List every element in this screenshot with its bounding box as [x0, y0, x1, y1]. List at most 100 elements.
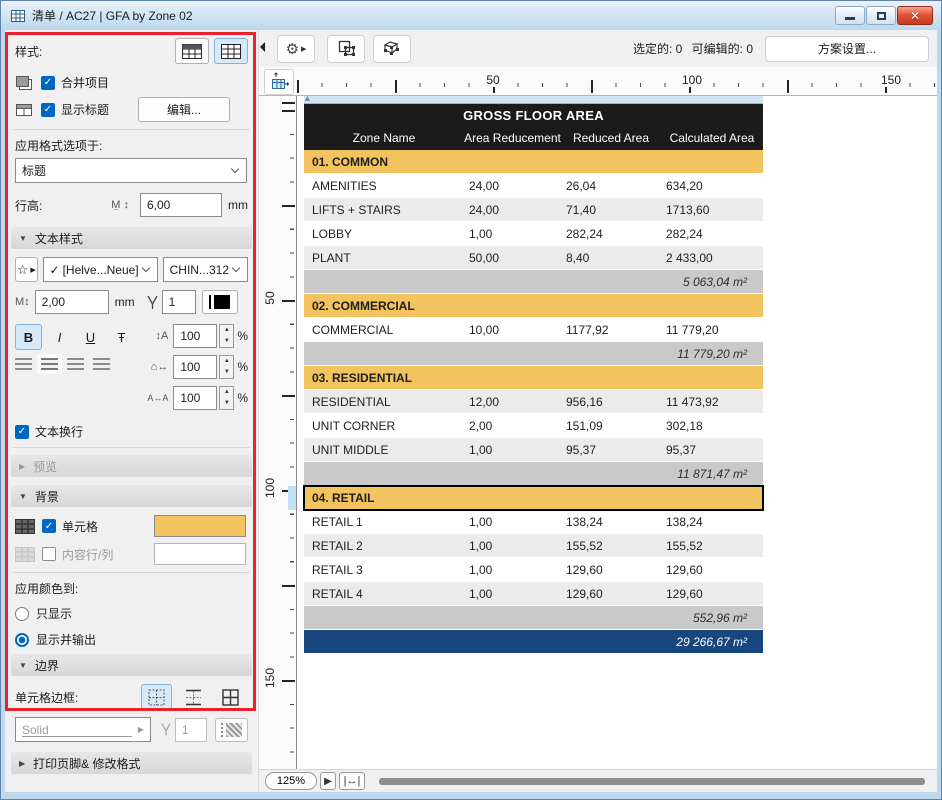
display-output-label: 显示并输出 — [36, 633, 97, 647]
section-text-style[interactable]: ▼ 文本样式 — [11, 227, 252, 249]
cell-color-swatch[interactable] — [154, 515, 246, 537]
scheme-settings-button[interactable]: 方案设置... — [765, 35, 929, 62]
column-drag-strip[interactable]: ▲ — [303, 96, 763, 104]
data-row[interactable]: UNIT MIDDLE 1,00 95,37 95,37 — [304, 438, 763, 462]
data-row[interactable]: RETAIL 1 1,00 138,24 138,24 — [304, 510, 763, 534]
group-row[interactable]: 04. RETAIL — [303, 485, 764, 511]
data-row[interactable]: RESIDENTIAL 12,00 956,16 11 473,92 — [304, 390, 763, 414]
data-row[interactable]: AMENITIES 24,00 26,04 634,20 — [304, 174, 763, 198]
bottom-bar: 125% ▶ |↔| — [259, 769, 937, 792]
align-right-icon[interactable] — [67, 358, 84, 370]
encoding-select[interactable]: CHIN...312 — [162, 257, 248, 282]
line-spacing-stepper[interactable]: ▲ ▼ — [219, 324, 235, 348]
schedule-page[interactable]: ▲ GROSS FLOOR AREA Zone Name Area Reduce… — [297, 96, 937, 769]
horizontal-scrollbar[interactable] — [379, 777, 925, 785]
close-button[interactable]: ✕ — [897, 6, 933, 25]
align-left-icon[interactable] — [15, 358, 32, 370]
width-factor-stepper[interactable]: ▲ ▼ — [219, 355, 235, 379]
section-border[interactable]: ▼ 边界 — [11, 654, 252, 676]
border-horizontal-button[interactable] — [178, 684, 209, 711]
border-dotted-button[interactable] — [141, 684, 172, 711]
favorite-text-style-button[interactable]: ☆ ▶ — [15, 257, 38, 282]
font-select[interactable]: ✓ [Helve...Neue] — [42, 257, 158, 282]
zoom-level-button[interactable]: 125% — [265, 772, 317, 790]
ruler-origin-button[interactable] — [264, 69, 294, 95]
border-line-type-select[interactable]: Solid ▶ — [15, 717, 151, 742]
merge-items-checkbox[interactable]: ✓ — [41, 75, 55, 90]
width-factor-input[interactable]: 100 — [173, 355, 218, 379]
format-target-select[interactable]: 标题 — [15, 158, 247, 183]
settings-flyout-button[interactable]: ⚙ ▶ — [277, 34, 315, 63]
data-row[interactable]: LOBBY 1,00 282,24 282,24 — [304, 222, 763, 246]
display-only-radio[interactable] — [15, 606, 29, 621]
summary-row[interactable]: 11 779,20 m² — [304, 342, 763, 366]
summary-row[interactable]: 552,96 m² — [304, 606, 763, 630]
cell-background-checkbox[interactable]: ✓ — [42, 519, 56, 533]
group-row[interactable]: 02. COMMERCIAL — [304, 294, 763, 318]
section-preview[interactable]: ▶ 预览 — [11, 455, 252, 477]
summary-row[interactable]: 5 063,04 m² — [304, 270, 763, 294]
schedule-table[interactable]: GROSS FLOOR AREA Zone Name Area Reduceme… — [303, 104, 764, 654]
strikethrough-button[interactable]: Ŧ — [108, 324, 135, 350]
panel-collapse-arrow[interactable] — [260, 42, 265, 52]
italic-button[interactable]: I — [46, 324, 73, 350]
align-center-icon[interactable] — [37, 354, 62, 374]
horizontal-ruler[interactable]: 50 100 150 — [259, 67, 937, 96]
select-zone-button[interactable] — [327, 34, 365, 63]
data-row[interactable]: LIFTS + STAIRS 24,00 71,40 1713,60 — [304, 198, 763, 222]
border-pen-input[interactable]: 1 — [174, 717, 208, 742]
table-title: GROSS FLOOR AREA — [463, 107, 604, 123]
group-row[interactable]: 01. COMMON — [304, 150, 763, 174]
group-row[interactable]: 03. RESIDENTIAL — [304, 366, 763, 390]
row-height-unit: mm — [228, 198, 248, 212]
vertical-ruler[interactable]: 50 100 150 — [259, 96, 297, 769]
minimize-button[interactable] — [835, 6, 865, 25]
row-height-label: 行高: — [15, 198, 43, 213]
format-panel: 样式: ✓ 合并项目 ✓ 显示标题 编辑... 应用格式选项于: 标题 行高: … — [5, 30, 259, 792]
merge-items-icon — [16, 75, 32, 90]
tracking-stepper[interactable]: ▲ ▼ — [219, 386, 235, 410]
data-row[interactable]: COMMERCIAL 10,00 1177,92 11 779,20 — [304, 318, 763, 342]
text-size-input[interactable]: 2,00 — [34, 290, 109, 314]
fit-width-button[interactable]: |↔| — [339, 772, 365, 790]
restore-button[interactable] — [866, 6, 896, 25]
data-row[interactable]: RETAIL 3 1,00 129,60 129,60 — [304, 558, 763, 582]
line-spacing-input[interactable]: 100 — [173, 324, 218, 348]
underline-button[interactable]: U — [77, 324, 104, 350]
section-print-footer[interactable]: ▶ 打印页脚& 修改格式 — [11, 752, 252, 774]
select-3d-button[interactable] — [373, 34, 411, 63]
pen-color-button[interactable] — [201, 290, 238, 314]
data-row[interactable]: RETAIL 4 1,00 129,60 129,60 — [304, 582, 763, 606]
style-grid-button[interactable] — [214, 38, 248, 64]
col-calculated-area[interactable]: Calculated Area — [661, 131, 763, 145]
apply-color-label: 应用颜色到: — [15, 582, 79, 596]
border-color-button[interactable] — [215, 717, 248, 742]
zoom-flyout-button[interactable]: ▶ — [320, 772, 336, 790]
style-compact-button[interactable] — [175, 38, 209, 64]
show-header-checkbox[interactable]: ✓ — [41, 102, 55, 117]
display-output-radio[interactable] — [15, 632, 29, 647]
row-height-input[interactable]: 6,00 — [140, 193, 222, 217]
table-header[interactable]: GROSS FLOOR AREA Zone Name Area Reduceme… — [304, 104, 763, 150]
text-size-unit: mm — [114, 295, 135, 309]
text-wrap-checkbox[interactable]: ✓ — [15, 424, 29, 439]
edit-button[interactable]: 编辑... — [138, 97, 230, 122]
col-zone-name[interactable]: Zone Name — [304, 131, 464, 145]
border-all-button[interactable] — [215, 684, 246, 711]
col-reduced-area[interactable]: Reduced Area — [561, 131, 661, 145]
pen-number-input[interactable]: 1 — [161, 290, 196, 314]
data-row[interactable]: RETAIL 2 1,00 155,52 155,52 — [304, 534, 763, 558]
summary-row[interactable]: 11 871,47 m² — [304, 462, 763, 486]
fit-width-icon: |↔| — [343, 775, 361, 787]
row-background-checkbox[interactable] — [42, 547, 56, 561]
data-row[interactable]: PLANT 50,00 8,40 2 433,00 — [304, 246, 763, 270]
data-row[interactable]: UNIT CORNER 2,00 151,09 302,18 — [304, 414, 763, 438]
col-area-reducement[interactable]: Area Reducement — [464, 131, 561, 145]
title-bar[interactable]: 清单 / AC27 | GFA by Zone 02 ✕ — [1, 1, 941, 30]
tracking-input[interactable]: 100 — [173, 386, 218, 410]
section-background[interactable]: ▼ 背景 — [11, 485, 252, 507]
bold-button[interactable]: B — [15, 324, 42, 350]
row-color-swatch[interactable] — [154, 543, 246, 565]
align-justify-icon[interactable] — [93, 358, 110, 370]
total-row[interactable]: 29 266,67 m² — [304, 630, 763, 654]
